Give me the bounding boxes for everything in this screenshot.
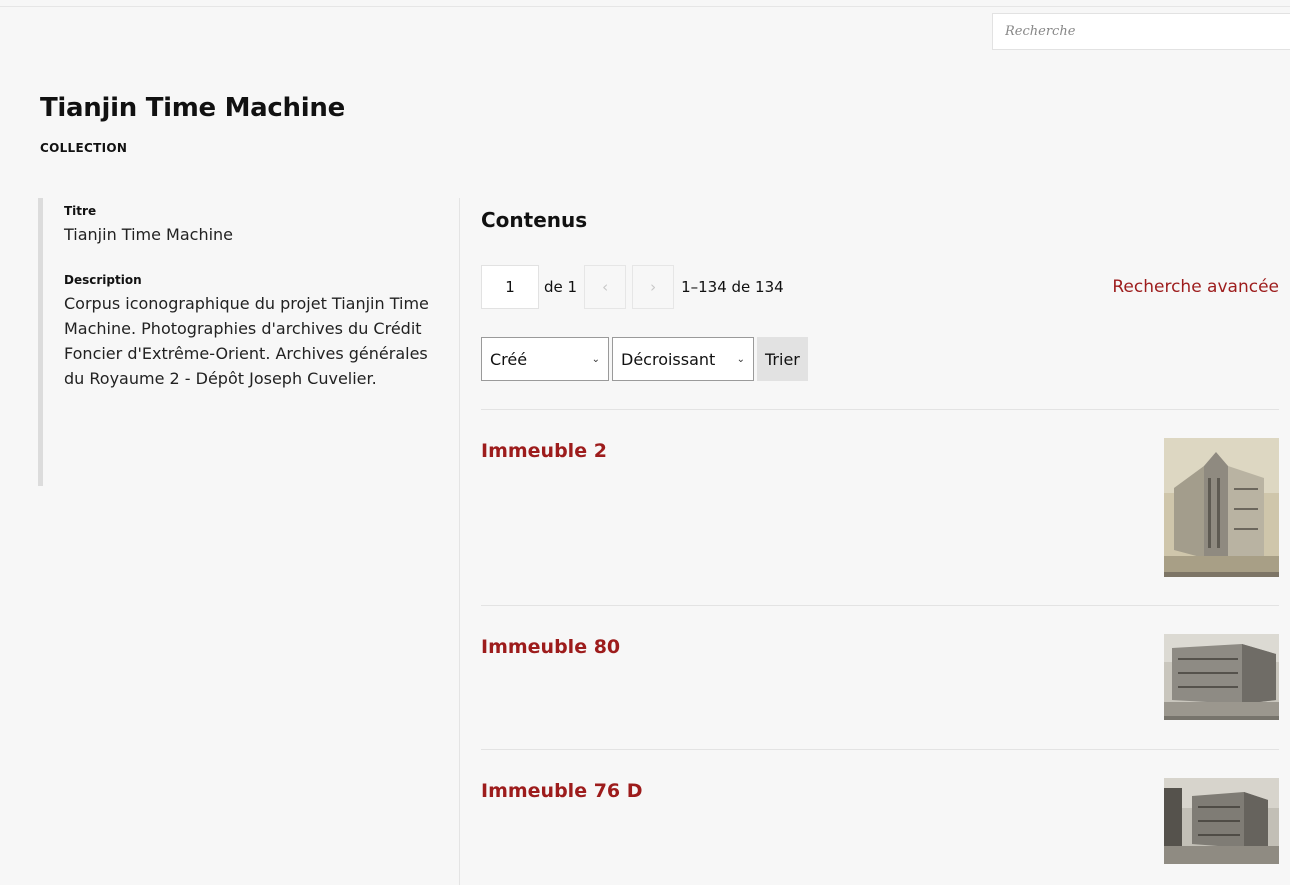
resource-type-label: Collection [40,141,128,155]
top-divider [0,6,1290,7]
chevron-left-icon: ‹ [602,278,609,296]
description-property-label: Description [64,273,142,287]
sort-order-value: Décroissant [621,349,716,369]
previous-page-button[interactable]: ‹ [584,265,627,309]
advanced-search-link[interactable]: Recherche avancée [1112,277,1279,297]
sort-order-select[interactable]: Décroissant ⌄ [612,337,754,381]
chevron-down-icon: ⌄ [591,353,600,365]
column-divider [459,198,460,885]
results-range: 1–134 de 134 [681,278,784,296]
pagination: de 1 ‹ › 1–134 de 134 [481,265,784,309]
page-total-label: de 1 [544,278,578,296]
sort-controls: Créé ⌄ Décroissant ⌄ Trier [481,337,808,381]
item-list: Immeuble 2 Immeuble 80 Immeuble 76 D [481,409,1279,885]
list-item: Immeuble 76 D [481,749,1279,885]
list-item: Immeuble 80 [481,605,1279,749]
next-page-button[interactable]: › [632,265,675,309]
sort-field-select[interactable]: Créé ⌄ [481,337,609,381]
sort-field-value: Créé [490,349,528,369]
search-input[interactable] [992,13,1290,50]
chevron-right-icon: › [650,278,657,296]
item-title-link[interactable]: Immeuble 80 [481,636,620,658]
metadata-panel: Titre Tianjin Time Machine Description C… [38,198,443,486]
item-title-link[interactable]: Immeuble 2 [481,440,607,462]
item-thumbnail[interactable] [1164,778,1279,864]
list-item: Immeuble 2 [481,409,1279,605]
page-number-input[interactable] [481,265,539,309]
item-thumbnail[interactable] [1164,634,1279,720]
item-title-link[interactable]: Immeuble 76 D [481,780,643,802]
page-title: Tianjin Time Machine [40,93,345,123]
sort-button[interactable]: Trier [757,337,808,381]
contents-heading: Contenus [481,208,588,232]
title-property-value: Tianjin Time Machine [64,225,234,244]
item-thumbnail[interactable] [1164,438,1279,577]
description-property-value: Corpus iconographique du projet Tianjin … [64,294,429,388]
title-property-label: Titre [64,204,97,218]
chevron-down-icon: ⌄ [736,353,745,365]
